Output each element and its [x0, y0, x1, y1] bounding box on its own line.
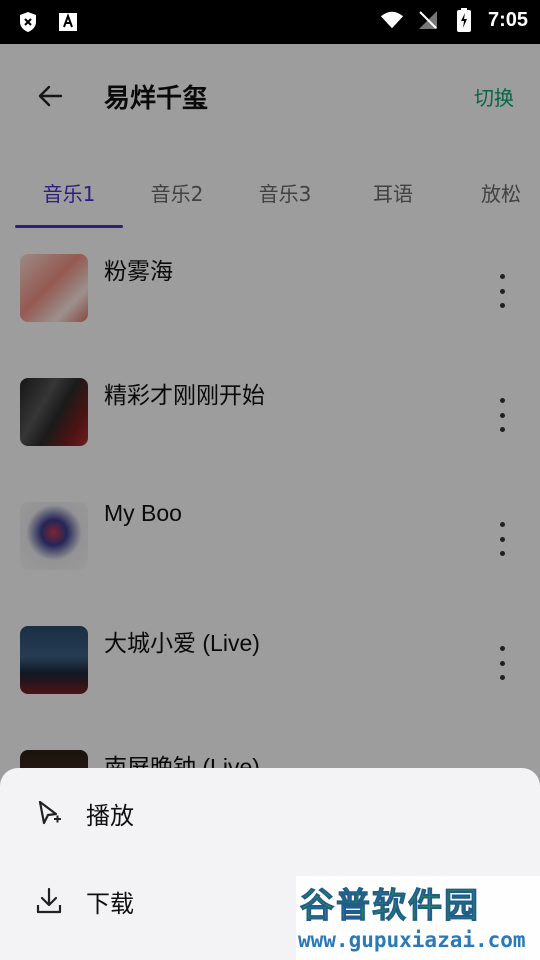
font-a-icon: [56, 8, 80, 36]
download-icon: [36, 887, 62, 914]
play-label: 播放: [86, 802, 134, 830]
watermark-text: 谷普软件园: [300, 886, 480, 927]
play-cursor-icon: [38, 800, 61, 825]
wifi-icon: [380, 6, 404, 34]
play-option[interactable]: 播放: [0, 768, 540, 856]
status-time: 7:05: [487, 8, 528, 31]
shield-x-icon: [16, 8, 40, 36]
battery-charging-icon: [452, 6, 476, 34]
no-signal-icon: [416, 6, 440, 34]
watermark: 谷普软件园 www.gupuxiazai.com: [296, 876, 540, 960]
download-label: 下载: [86, 890, 134, 918]
watermark-url: www.gupuxiazai.com: [298, 928, 526, 952]
status-bar: 7:05: [0, 0, 540, 44]
